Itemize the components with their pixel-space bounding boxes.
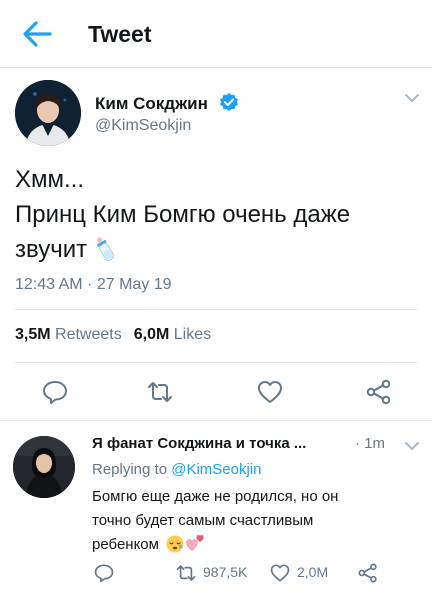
reply-icon[interactable] xyxy=(42,379,68,405)
retweets-count[interactable]: 3,5M xyxy=(15,326,51,343)
share-icon[interactable] xyxy=(366,379,392,405)
retweet-icon[interactable] xyxy=(147,379,173,405)
tweet-text-line: Хмм... xyxy=(15,166,85,193)
retweets-label[interactable]: Retweets xyxy=(55,326,122,343)
tweet-text-line: звучит xyxy=(15,232,420,267)
likes-label[interactable]: Likes xyxy=(174,326,211,343)
author-avatar[interactable] xyxy=(15,80,81,146)
arrow-left-icon[interactable] xyxy=(22,20,52,48)
reply-likes-count[interactable]: 2,0M xyxy=(297,564,328,580)
verified-badge-icon xyxy=(220,93,238,111)
share-icon[interactable] xyxy=(358,563,378,583)
page-title: Tweet xyxy=(88,21,152,47)
reply-author-avatar[interactable] xyxy=(13,436,75,498)
likes-count[interactable]: 6,0M xyxy=(134,326,170,343)
reply-text-line: ребенком xyxy=(92,533,417,557)
like-icon[interactable] xyxy=(257,379,283,405)
tweet-text-line: Принц Ким Бомгю очень даже xyxy=(15,201,351,228)
tweet-stats: 3,5M Retweets 6,0M Likes xyxy=(15,326,211,344)
retweet-icon[interactable] xyxy=(176,563,196,583)
two-hearts-icon xyxy=(185,535,204,551)
reply-author-name[interactable]: Я фанат Сокджина и точка ... xyxy=(92,435,306,452)
mention-link[interactable]: @KimSeokjin xyxy=(171,461,261,478)
reply-time: · 1m xyxy=(355,435,385,452)
divider xyxy=(15,362,417,363)
author-name[interactable]: Ким Сокджин xyxy=(95,94,208,114)
chevron-down-icon[interactable] xyxy=(404,441,420,451)
reply-text-line: Бомгю еще даже не родился, но он xyxy=(92,488,339,505)
reply-text-line: точно будет самым счастливым xyxy=(92,512,314,529)
tweet-text: Хмм... Принц Ким Бомгю очень даже звучит xyxy=(15,162,420,267)
author-handle[interactable]: @KimSeokjin xyxy=(95,117,191,135)
baby-bottle-icon xyxy=(97,237,115,262)
tweet-timestamp: 12:43 AM · 27 May 19 xyxy=(15,276,172,293)
reply-icon[interactable] xyxy=(94,563,114,583)
divider xyxy=(15,309,417,310)
reply-text: Бомгю еще даже не родился, но он точно б… xyxy=(92,485,417,557)
replying-prefix: Replying to xyxy=(92,461,168,478)
like-icon[interactable] xyxy=(270,563,290,583)
sleeping-face-icon xyxy=(166,535,184,553)
replying-to: Replying to @KimSeokjin xyxy=(92,461,261,478)
header-bar: Tweet xyxy=(0,0,432,68)
section-separator xyxy=(0,420,432,421)
chevron-down-icon[interactable] xyxy=(404,93,420,103)
reply-retweets-count[interactable]: 987,5K xyxy=(203,564,247,580)
